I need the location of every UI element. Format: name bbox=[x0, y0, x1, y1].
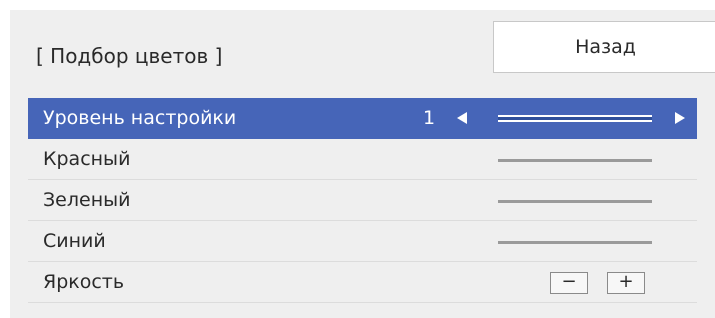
left-arrow-icon[interactable] bbox=[457, 112, 467, 124]
adjustment-level-value: 1 bbox=[423, 107, 436, 129]
color-matching-panel: [ Подбор цветов ] Назад Уровень настройк… bbox=[10, 10, 715, 318]
settings-list: Уровень настройки 1 Красный Зеленый Сини… bbox=[28, 98, 697, 303]
brightness-label: Яркость bbox=[43, 271, 125, 293]
brightness-plus-button[interactable]: + bbox=[607, 272, 645, 294]
adjustment-level-label: Уровень настройки bbox=[43, 107, 237, 129]
back-button[interactable]: Назад bbox=[493, 21, 715, 73]
red-label: Красный bbox=[43, 148, 131, 170]
adjustment-level-row[interactable]: Уровень настройки 1 bbox=[28, 98, 697, 139]
red-slider[interactable] bbox=[498, 159, 652, 162]
right-arrow-icon[interactable] bbox=[675, 112, 685, 124]
green-label: Зеленый bbox=[43, 189, 131, 211]
blue-row[interactable]: Синий bbox=[28, 221, 697, 262]
green-row[interactable]: Зеленый bbox=[28, 180, 697, 221]
red-row[interactable]: Красный bbox=[28, 139, 697, 180]
brightness-row[interactable]: Яркость − + bbox=[28, 262, 697, 303]
blue-slider[interactable] bbox=[498, 241, 652, 244]
green-slider[interactable] bbox=[498, 200, 652, 203]
panel-title: [ Подбор цветов ] bbox=[36, 44, 223, 68]
blue-label: Синий bbox=[43, 230, 106, 252]
brightness-minus-button[interactable]: − bbox=[550, 272, 588, 294]
adjustment-level-slider[interactable] bbox=[498, 117, 652, 120]
